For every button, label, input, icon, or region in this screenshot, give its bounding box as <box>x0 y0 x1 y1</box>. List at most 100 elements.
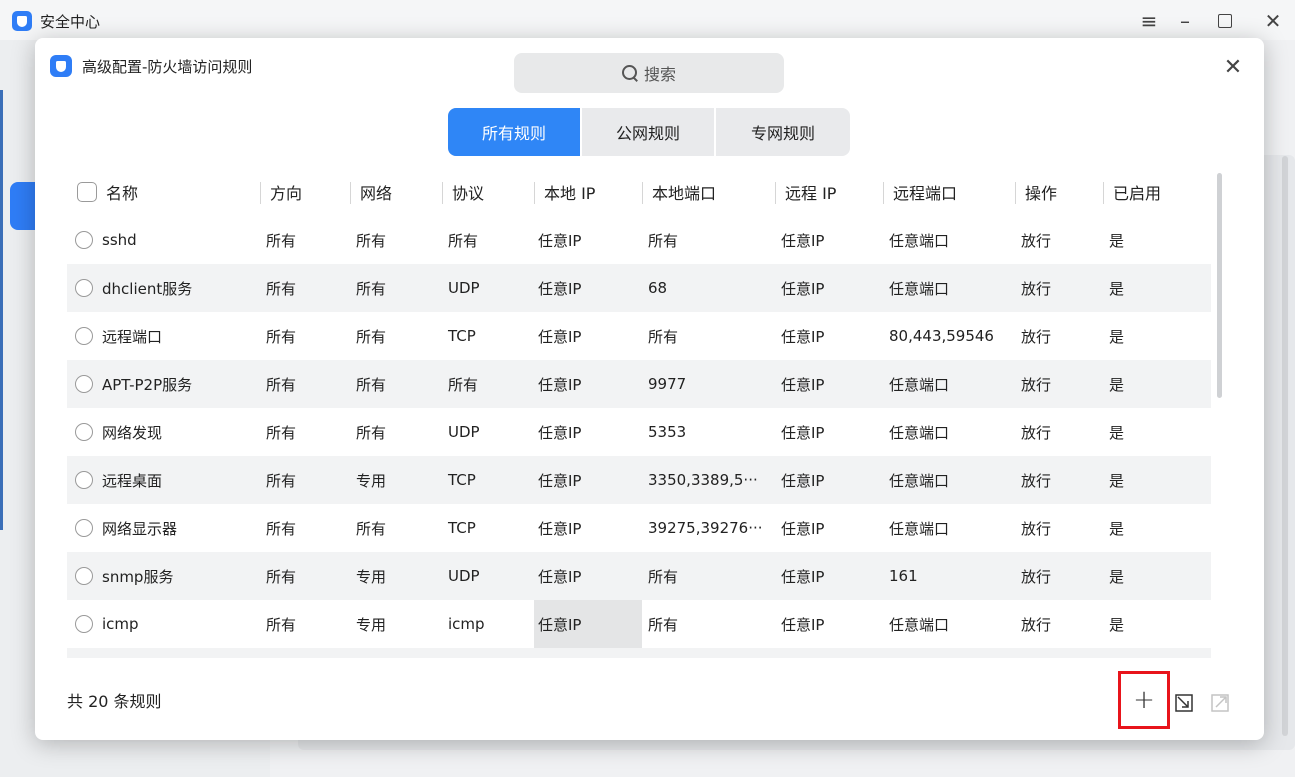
table-scrollbar[interactable] <box>1217 173 1222 398</box>
close-icon[interactable]: ✕ <box>1220 54 1246 80</box>
app-title: 安全中心 <box>40 13 101 31</box>
table-row[interactable]: icmp 所有 专用 icmp 任意IP 所有 任意IP 任意端口 放行是 <box>67 600 1211 648</box>
cell-remote-port: 任意端口 <box>889 375 950 394</box>
cell-action: 放行 <box>1021 615 1052 634</box>
cell-local-ip: 任意IP <box>538 519 582 538</box>
search-input[interactable]: 搜索 <box>514 53 784 93</box>
cell-network: 所有 <box>356 519 387 538</box>
cell-enabled: 是 <box>1109 519 1125 538</box>
cell-local-ip: 任意IP <box>534 600 642 648</box>
window-close-icon[interactable]: ✕ <box>1258 8 1288 34</box>
cell-rule-name: 远程桌面 <box>67 456 260 504</box>
rule-name-text: 远程桌面 <box>102 471 163 490</box>
shield-icon <box>12 11 32 31</box>
cell-remote-ip: 任意IP <box>781 567 825 586</box>
row-checkbox[interactable] <box>75 327 93 345</box>
add-rule-button[interactable]: + <box>1118 671 1170 729</box>
cell-action: 放行 <box>1021 279 1052 298</box>
tab-private-rules[interactable]: 专网规则 <box>716 108 850 156</box>
cell-direction: 所有 <box>266 471 297 490</box>
cell-direction: 所有 <box>266 423 297 442</box>
cell-rule-name: APT-P2P服务 <box>67 360 260 408</box>
cell-protocol: UDP <box>448 279 480 297</box>
table-row[interactable]: 网络发现 所有 所有 UDP 任意IP 5353 任意IP 任意端口 放行 是 <box>67 408 1211 456</box>
table-row[interactable]: snmp服务 所有 专用 UDP 任意IP 所有 任意IP 161 放行 是 <box>67 552 1211 600</box>
cell-remote-port: 任意端口 <box>889 423 950 442</box>
cell-rule-name: icmp <box>67 600 260 648</box>
row-checkbox[interactable] <box>75 279 93 297</box>
cell-local-port: 68 <box>648 279 668 297</box>
cell-local-port: 所有 <box>648 327 679 346</box>
cell-rule-name: snmp服务 <box>67 552 260 600</box>
left-edge <box>0 90 3 530</box>
row-checkbox[interactable] <box>75 231 93 249</box>
cell-local-port: 9977 <box>648 375 687 393</box>
select-all-checkbox[interactable] <box>77 182 97 202</box>
cell-action: 放行 <box>1021 471 1052 490</box>
cell-local-ip: 任意IP <box>538 375 582 394</box>
cell-enabled: 是 <box>1109 471 1125 490</box>
cell-action: 放行 <box>1021 519 1052 538</box>
header-network: 网络 <box>350 168 442 216</box>
cell-direction: 所有 <box>266 327 297 346</box>
row-checkbox[interactable] <box>75 423 93 441</box>
cell-enabled: 是 <box>1109 615 1125 634</box>
cell-direction: 所有 <box>266 231 297 250</box>
row-checkbox[interactable] <box>75 615 93 633</box>
cell-enabled: 是 <box>1109 279 1125 298</box>
maximize-icon[interactable] <box>1210 8 1240 34</box>
header-action: 操作 <box>1015 168 1103 216</box>
menu-icon[interactable]: ≡ <box>1134 8 1164 34</box>
rule-name-text: sshd <box>102 231 137 249</box>
header-name: 名称 <box>67 168 260 216</box>
table-row[interactable]: sshd 所有 所有 所有 任意IP 所有 任意IP 任意端口 放行 是 <box>67 216 1211 264</box>
cell-rule-name: 网络发现 <box>67 408 260 456</box>
header-protocol: 协议 <box>442 168 534 216</box>
table-header: 名称 方向 网络 协议 本地 IP 本地端口 远程 IP 远程端口 操作 已启用 <box>67 168 1211 216</box>
header-remote-ip: 远程 IP <box>775 168 883 216</box>
tab-public-rules[interactable]: 公网规则 <box>582 108 716 156</box>
cell-local-ip: 任意IP <box>538 327 582 346</box>
row-checkbox[interactable] <box>75 471 93 489</box>
header-local-ip: 本地 IP <box>534 168 642 216</box>
main-scrollbar[interactable] <box>1282 156 1288 736</box>
cell-direction: 所有 <box>266 279 297 298</box>
cell-remote-port: 任意端口 <box>889 231 950 250</box>
table-row[interactable]: APT-P2P服务 所有 所有 所有 任意IP 9977 任意IP 任意端口 放行 是 <box>67 360 1211 408</box>
table-row[interactable]: 远程桌面 所有 专用 TCP 任意IP 3350,3389,5··· 任意IP 任意端口 放行 是 <box>67 456 1211 504</box>
rule-count: 共 20 条规则 <box>67 692 162 711</box>
cell-direction: 所有 <box>266 615 297 634</box>
cell-action: 放行 <box>1021 375 1052 394</box>
cell-protocol: 所有 <box>448 375 479 394</box>
cell-remote-port: 任意端口 <box>889 615 950 634</box>
cell-remote-ip: 任意IP <box>781 423 825 442</box>
cell-local-ip: 任意IP <box>538 567 582 586</box>
cell-network: 专用 <box>356 615 387 634</box>
cell-local-port: 所有 <box>648 615 679 634</box>
table-row[interactable]: 网络显示器 所有 所有 TCP 任意IP 39275,39276··· 任意IP 任意端口 放行… <box>67 504 1211 552</box>
row-checkbox[interactable] <box>75 519 93 537</box>
cell-local-ip: 任意IP <box>538 423 582 442</box>
cell-enabled: 是 <box>1109 327 1125 346</box>
minimize-icon[interactable]: – <box>1170 8 1200 34</box>
cell-enabled: 是 <box>1109 231 1125 250</box>
header-direction: 方向 <box>260 168 350 216</box>
cell-remote-ip: 任意IP <box>781 231 825 250</box>
import-icon[interactable] <box>1174 693 1194 713</box>
row-checkbox[interactable] <box>75 567 93 585</box>
table-row[interactable]: dhclient服务 所有 所有 UDP 任意IP 68 任意IP 任意端口 放行 是 <box>67 264 1211 312</box>
cell-enabled: 是 <box>1109 567 1125 586</box>
firewall-rules-dialog: 高级配置-防火墙访问规则 ✕ 搜索 所有规则 公网规则 专网规则 名称 方向 网… <box>35 38 1264 740</box>
cell-remote-port: 任意端口 <box>889 279 950 298</box>
cell-remote-port: 任意端口 <box>889 519 950 538</box>
cell-local-ip: 任意IP <box>538 231 582 250</box>
cell-action: 放行 <box>1021 423 1052 442</box>
rule-name-text: dhclient服务 <box>102 279 193 298</box>
row-checkbox[interactable] <box>75 375 93 393</box>
rule-name-text: 远程端口 <box>102 327 163 346</box>
table-row[interactable]: 远程端口 所有 所有 TCP 任意IP 所有 任意IP 80,443,59546 放行 是 <box>67 312 1211 360</box>
tab-all-rules[interactable]: 所有规则 <box>448 108 582 156</box>
cell-network: 所有 <box>356 327 387 346</box>
rule-name-text: 网络发现 <box>102 423 163 442</box>
cell-network: 所有 <box>356 423 387 442</box>
